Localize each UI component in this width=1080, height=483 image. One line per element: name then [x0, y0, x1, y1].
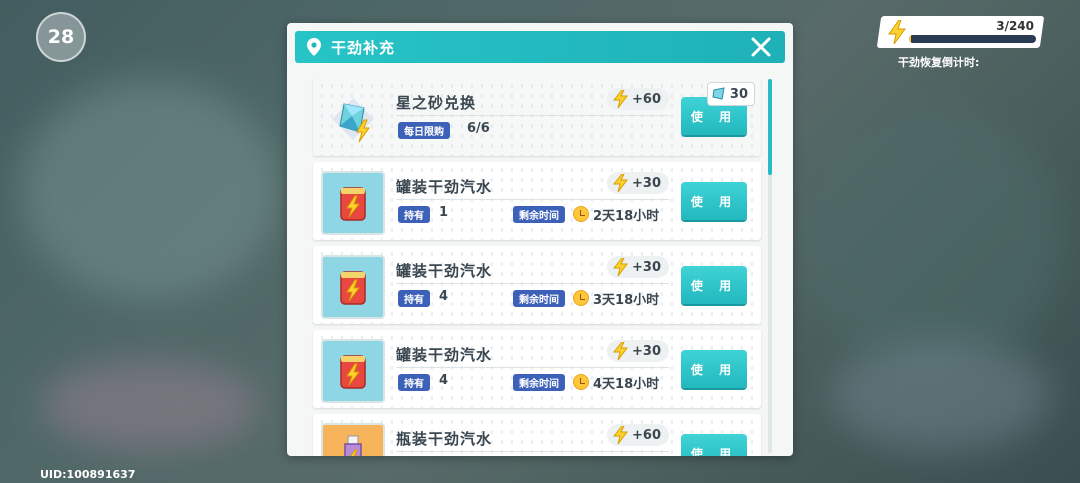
owned-tag: 持有 [398, 290, 430, 307]
energy-bar [909, 35, 1036, 43]
lightning-icon [613, 174, 629, 192]
location-pin-icon [307, 38, 321, 56]
lightning-icon [613, 258, 629, 276]
energy-gain-value: +60 [632, 91, 661, 107]
star-sand-icon [712, 87, 725, 100]
canned-soda-icon [321, 255, 385, 319]
star-sand-cost-badge: 30 [706, 82, 755, 106]
remaining-time-value: 2天18小时 [593, 209, 660, 224]
remaining-time-value: 3天18小时 [593, 293, 660, 308]
use-button[interactable]: 使 用 [681, 350, 747, 388]
energy-count: 3/240 [996, 19, 1034, 33]
modal-title: 干劲补充 [331, 38, 396, 57]
owned-tag: 持有 [398, 206, 430, 223]
energy-gain-value: +60 [632, 427, 661, 443]
list-item-canned-soda: 罐装干劲汽水 +30 持有 4 剩余时间 3天18小时 使 用 [313, 246, 761, 324]
star-sand-cost: 30 [729, 86, 748, 102]
lightning-icon [613, 342, 629, 360]
clock-icon [573, 290, 589, 306]
lightning-icon [613, 426, 629, 444]
use-button[interactable]: 使 用 [681, 182, 747, 220]
list-item-bottled-soda: 瓶装干劲汽水 +60 使 用 [313, 414, 761, 456]
remaining-time-tag: 剩余时间 [513, 206, 565, 223]
item-name: 罐装干劲汽水 [396, 178, 493, 196]
divider [396, 115, 669, 116]
energy-gain-value: +30 [632, 259, 661, 275]
energy-gain-pill: +60 [607, 88, 669, 110]
energy-refill-modal: 干劲补充 星之砂兑换 +60 每日限购 6/6 30 使 用 罐装干劲汽水 +3… [287, 23, 793, 456]
modal-header: 干劲补充 [295, 31, 785, 63]
daily-limit-tag: 每日限购 [398, 122, 450, 139]
owned-count: 4 [439, 289, 449, 304]
energy-gain-pill: +30 [607, 172, 669, 194]
canned-soda-icon [321, 339, 385, 403]
use-button[interactable]: 使 用 [681, 434, 747, 456]
lightning-icon [888, 20, 906, 44]
energy-gain-pill: +30 [607, 256, 669, 278]
energy-gain-value: +30 [632, 343, 661, 359]
bottled-soda-icon [321, 423, 385, 456]
daily-limit-value: 6/6 [467, 121, 490, 136]
uid-label: UID:100891637 [40, 468, 136, 481]
star-sand-icon [321, 87, 385, 151]
remaining-time-tag: 剩余时间 [513, 290, 565, 307]
lightning-icon [613, 90, 629, 108]
divider [396, 199, 669, 200]
item-name: 星之砂兑换 [396, 94, 477, 112]
clock-icon [573, 374, 589, 390]
clock-icon [573, 206, 589, 222]
remaining-time-tag: 剩余时间 [513, 374, 565, 391]
use-button[interactable]: 使 用 [681, 266, 747, 304]
item-list: 星之砂兑换 +60 每日限购 6/6 30 使 用 罐装干劲汽水 +30 持有 … [308, 74, 770, 456]
item-name: 罐装干劲汽水 [396, 262, 493, 280]
owned-tag: 持有 [398, 374, 430, 391]
energy-panel: 3/240 [876, 16, 1045, 48]
energy-gain-pill: +60 [607, 424, 669, 446]
item-name: 瓶装干劲汽水 [396, 430, 493, 448]
energy-bar-fill [909, 35, 911, 43]
divider [396, 451, 669, 452]
energy-gain-value: +30 [632, 175, 661, 191]
list-item-canned-soda: 罐装干劲汽水 +30 持有 4 剩余时间 4天18小时 使 用 [313, 330, 761, 408]
canned-soda-icon [321, 171, 385, 235]
list-item-canned-soda: 罐装干劲汽水 +30 持有 1 剩余时间 2天18小时 使 用 [313, 162, 761, 240]
divider [396, 367, 669, 368]
item-name: 罐装干劲汽水 [396, 346, 493, 364]
owned-count: 1 [439, 205, 449, 220]
remaining-time-value: 4天18小时 [593, 377, 660, 392]
owned-count: 4 [439, 373, 449, 388]
player-level-badge: 28 [36, 12, 86, 62]
close-icon[interactable] [749, 35, 773, 59]
energy-timer-label: 干劲恢复倒计时: [898, 56, 980, 69]
energy-gain-pill: +30 [607, 340, 669, 362]
list-item-star-sand: 星之砂兑换 +60 每日限购 6/6 30 使 用 [313, 78, 761, 156]
divider [396, 283, 669, 284]
